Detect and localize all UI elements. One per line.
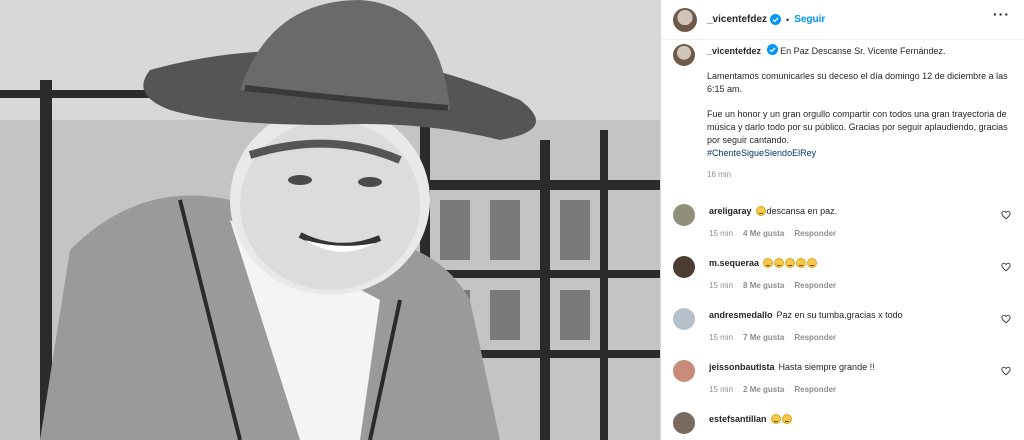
caption-username[interactable]: _vicentefdez <box>707 46 761 56</box>
comment-likes-count[interactable]: 2 Me gusta <box>743 385 784 394</box>
comment-time: 15 min <box>709 333 734 342</box>
commenter-avatar[interactable] <box>673 308 695 330</box>
commenter-username[interactable]: m.sequeraa <box>709 258 759 268</box>
crying-face-emoji <box>755 206 766 216</box>
comment-text: areligaray descansa en paz. <box>709 206 837 216</box>
comment-text: andresmedallo Paz en su tumba,gracias x t… <box>709 310 903 320</box>
crying-face-emoji <box>785 258 796 268</box>
more-options-icon[interactable]: ··· <box>993 6 1010 22</box>
crying-face-emoji <box>774 258 785 268</box>
comment-row: jeissonbautista Hasta siempre grande !! 15… <box>673 356 1013 408</box>
caption-author-avatar[interactable] <box>673 44 695 66</box>
follow-button[interactable]: Seguir <box>794 14 825 25</box>
comment-likes-count[interactable]: 7 Me gusta <box>743 333 784 342</box>
post-caption: _vicentefdez En Paz Descanse Sr. Vicente… <box>673 44 1013 193</box>
crying-face-emoji <box>763 258 774 268</box>
heart-icon[interactable] <box>1001 262 1011 272</box>
comment-likes-count[interactable]: 4 Me gusta <box>743 229 784 238</box>
post-side-panel: _vicentefdez • Seguir ··· _vicentefdez E… <box>660 0 1024 440</box>
crying-face-emoji <box>796 258 807 268</box>
comment-time: 15 min <box>709 281 734 290</box>
comment-meta: 15 min 2 Me gusta Responder <box>709 385 846 394</box>
comment-text: jeissonbautista Hasta siempre grande !! <box>709 362 875 372</box>
commenter-avatar[interactable] <box>673 204 695 226</box>
verified-badge-icon <box>770 14 782 25</box>
crying-face-emoji <box>770 414 781 424</box>
comment-meta: 15 min 8 Me gusta Responder <box>709 281 846 290</box>
post-photo[interactable] <box>0 0 660 440</box>
commenter-username[interactable]: jeissonbautista <box>709 362 775 372</box>
comment-text: estefsantillan <box>709 414 793 424</box>
header-separator: • <box>786 14 790 25</box>
caption-hashtag[interactable]: #ChenteSigueSiendoElRey <box>707 148 816 158</box>
caption-paragraph-2: Lamentamos comunicarles su deceso el día… <box>707 71 1008 94</box>
comment-row: andresmedallo Paz en su tumba,gracias x t… <box>673 304 1013 356</box>
commenter-avatar[interactable] <box>673 256 695 278</box>
comment-meta: 15 min 7 Me gusta Responder <box>709 333 846 342</box>
commenter-username[interactable]: areligaray <box>709 206 752 216</box>
reply-button[interactable]: Responder <box>794 281 836 290</box>
comment-list: areligaray descansa en paz. 15 min 4 Me gus… <box>673 200 1013 440</box>
author-avatar[interactable] <box>673 7 697 32</box>
comment-row: m.sequeraa 15 min 8 Me gusta Responder <box>673 252 1013 304</box>
caption-paragraph-3: Fue un honor y un gran orgullo compartir… <box>707 109 1008 145</box>
caption-time[interactable]: 16 min <box>707 168 1013 181</box>
crying-face-emoji <box>781 414 792 424</box>
commenter-avatar[interactable] <box>673 412 695 434</box>
post-header: _vicentefdez • Seguir ··· <box>661 0 1024 40</box>
heart-icon[interactable] <box>1001 366 1011 376</box>
commenter-username[interactable]: andresmedallo <box>709 310 773 320</box>
reply-button[interactable]: Responder <box>794 333 836 342</box>
heart-icon[interactable] <box>1001 210 1011 220</box>
post-photo-illustration <box>0 0 660 440</box>
caption-line-1: En Paz Descanse Sr. Vicente Fernández. <box>780 46 946 56</box>
commenter-username[interactable]: estefsantillan <box>709 414 767 424</box>
comment-body: descansa en paz. <box>766 206 838 216</box>
crying-face-emoji <box>807 258 818 268</box>
verified-badge-icon <box>766 44 778 55</box>
reply-button[interactable]: Responder <box>794 229 836 238</box>
comment-likes-count[interactable]: 8 Me gusta <box>743 281 784 290</box>
comment-time: 15 min <box>709 385 734 394</box>
comment-row: areligaray descansa en paz. 15 min 4 Me gus… <box>673 200 1013 252</box>
comment-meta: 15 min 4 Me gusta Responder <box>709 229 846 238</box>
comment-body: Hasta siempre grande !! <box>778 362 875 372</box>
comment-time: 15 min <box>709 229 734 238</box>
comment-text: m.sequeraa <box>709 258 818 268</box>
comment-body: Paz en su tumba,gracias x todo <box>776 310 903 320</box>
commenter-avatar[interactable] <box>673 360 695 382</box>
comment-row: estefsantillan <box>673 408 1013 440</box>
reply-button[interactable]: Responder <box>794 385 836 394</box>
author-username[interactable]: _vicentefdez <box>707 14 767 25</box>
heart-icon[interactable] <box>1001 314 1011 324</box>
